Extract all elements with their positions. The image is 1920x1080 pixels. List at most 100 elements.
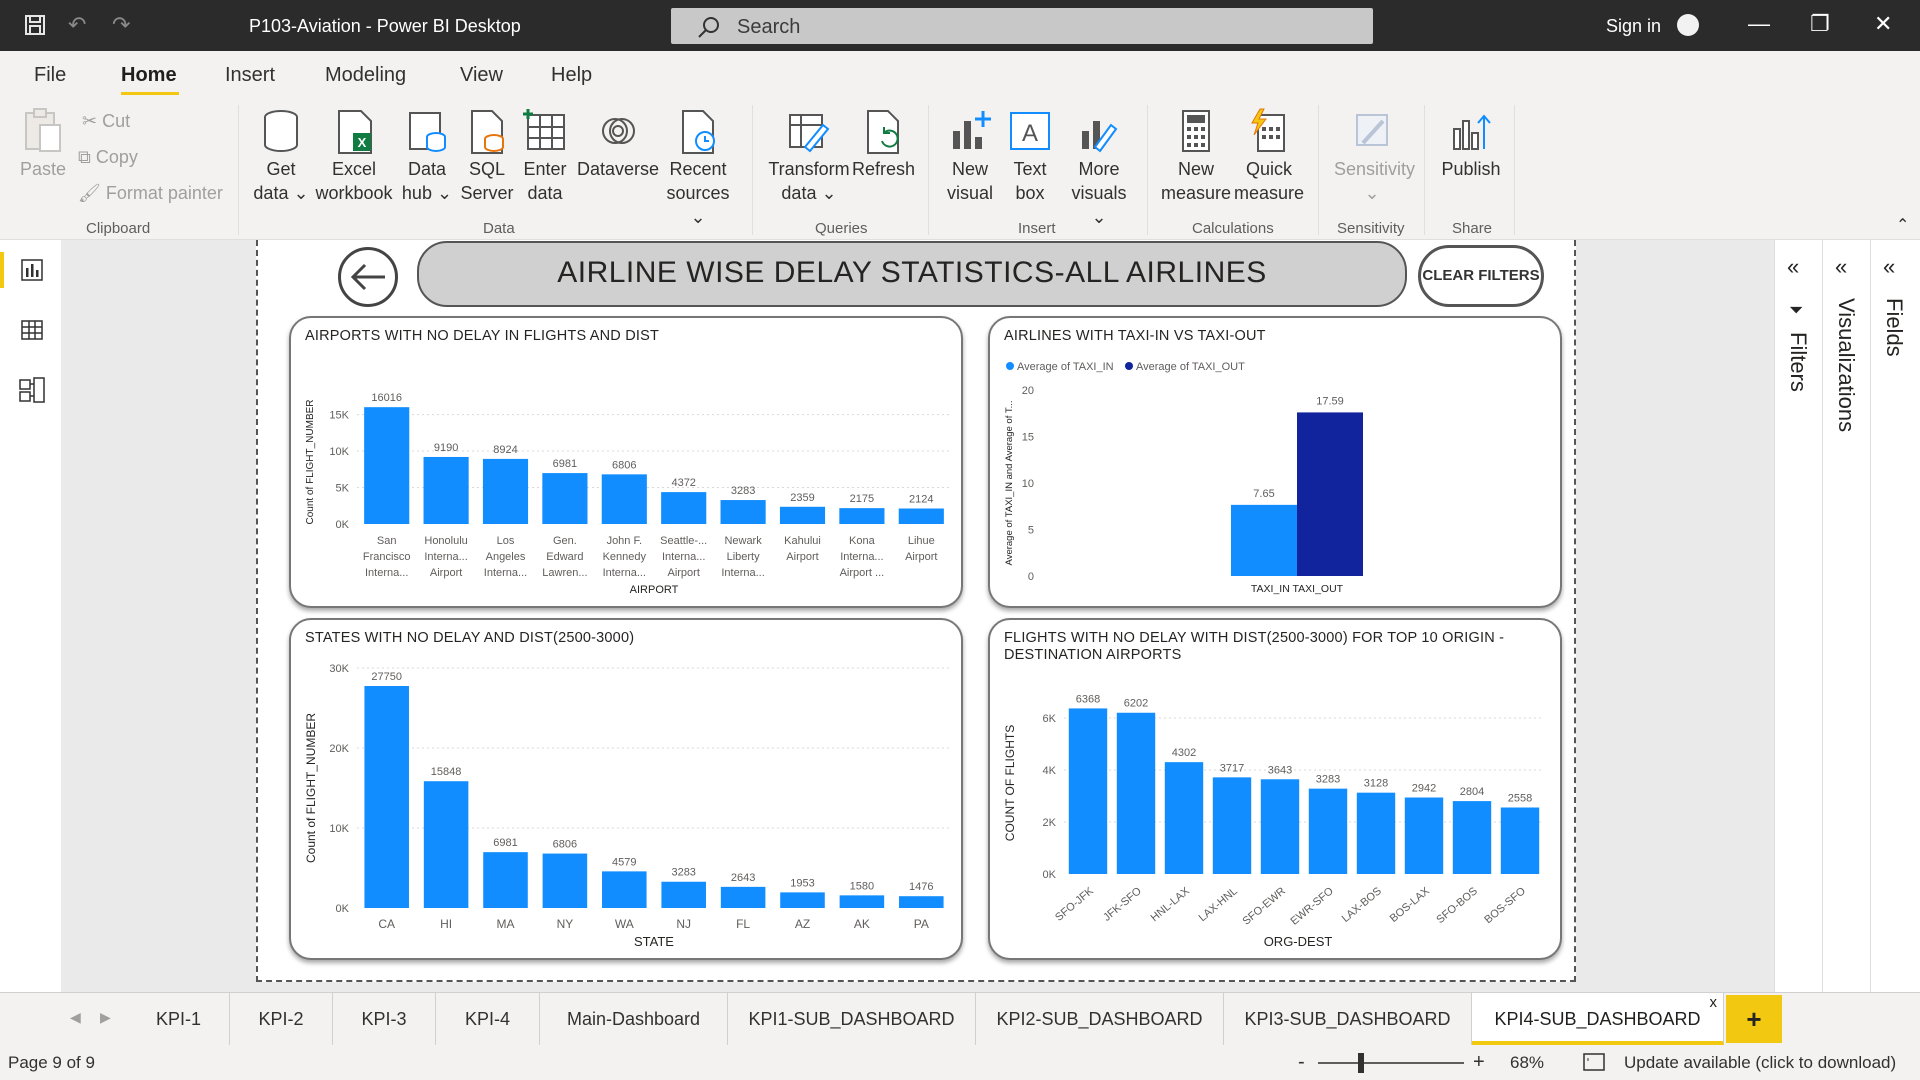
sql-icon <box>464 107 510 155</box>
back-button[interactable] <box>338 247 398 307</box>
more-visuals-label-2: visuals ⌄ <box>1064 181 1134 229</box>
refresh-button[interactable]: Refresh <box>852 107 915 181</box>
zoom-slider-thumb[interactable] <box>1358 1053 1364 1073</box>
bar <box>839 895 885 908</box>
tab-kpi-1[interactable]: KPI-1 <box>128 993 230 1045</box>
menu-insert[interactable]: Insert <box>225 64 275 87</box>
data-label: 1953 <box>790 877 814 889</box>
chart-card-org-dest[interactable]: FLIGHTS WITH NO DELAY WITH DIST(2500-300… <box>988 618 1562 960</box>
chart-card-states[interactable]: STATES WITH NO DELAY AND DIST(2500-3000)… <box>289 618 963 960</box>
chart-card-airports[interactable]: AIRPORTS WITH NO DELAY IN FLIGHTS AND DI… <box>289 316 963 608</box>
data-label: 3283 <box>671 867 695 879</box>
sql-server-button[interactable]: SQL Server <box>460 107 514 205</box>
close-tab-icon[interactable]: x <box>1710 977 1718 1029</box>
more-visuals-button[interactable]: More visuals ⌄ <box>1064 107 1134 229</box>
format-painter-button[interactable]: 🖌 Format painter <box>78 183 223 204</box>
tab-kpi3-sub-dashboard[interactable]: KPI3-SUB_DASHBOARD <box>1224 993 1472 1045</box>
recent-label-2-text: sources <box>666 183 730 203</box>
fit-to-page-icon[interactable] <box>1583 1053 1605 1076</box>
tab-kpi4-sub-dashboard[interactable]: KPI4-SUB_DASHBOARD x <box>1472 993 1724 1045</box>
collapse-visualizations-icon[interactable]: « <box>1835 254 1847 280</box>
new-measure-button[interactable]: New measure <box>1158 107 1234 205</box>
page-tabs: ◀ ▶ KPI-1 KPI-2 KPI-3 KPI-4 Main-Dashboa… <box>0 992 1920 1045</box>
tab-kpi-4[interactable]: KPI-4 <box>436 993 540 1045</box>
filters-pane[interactable]: « ⏷ Filters <box>1774 240 1822 992</box>
new-visual-button[interactable]: New visual <box>940 107 1000 205</box>
cut-button[interactable]: ✂ Cut <box>82 111 130 132</box>
paste-button[interactable]: Paste <box>16 107 70 181</box>
zoom-out-button[interactable]: - <box>1298 1051 1305 1074</box>
sign-in-link[interactable]: Sign in <box>1606 16 1661 37</box>
visualizations-pane[interactable]: « Visualizations <box>1822 240 1870 992</box>
chart-card-taxi[interactable]: AIRLINES WITH TAXI-IN VS TAXI-OUT Averag… <box>988 316 1562 608</box>
x-tick-label: FL <box>736 917 750 931</box>
menu-file[interactable]: File <box>34 64 66 87</box>
undo-icon[interactable]: ↶ <box>68 14 86 36</box>
zoom-in-button[interactable]: + <box>1473 1051 1485 1074</box>
status-bar: Page 9 of 9 - + 68% Update available (cl… <box>0 1045 1920 1080</box>
restore-icon[interactable]: ❐ <box>1810 12 1830 36</box>
publish-button[interactable]: Publish <box>1436 107 1506 181</box>
scroll-right-icon[interactable]: ▶ <box>100 1009 111 1026</box>
bar <box>1500 807 1540 874</box>
tab-kpi-3[interactable]: KPI-3 <box>333 993 436 1045</box>
clear-filters-button[interactable]: CLEAR FILTERS <box>1418 245 1544 307</box>
redo-icon[interactable]: ↷ <box>112 14 130 36</box>
close-icon[interactable]: ✕ <box>1874 12 1892 36</box>
x-tick-label: LAX-BOS <box>1340 885 1384 925</box>
bar <box>779 506 826 524</box>
excel-icon: X <box>331 107 377 155</box>
menu-modeling[interactable]: Modeling <box>325 64 406 87</box>
data-label: 6981 <box>493 837 517 849</box>
fields-pane[interactable]: « Fields <box>1870 240 1920 992</box>
tab-kpi2-sub-dashboard[interactable]: KPI2-SUB_DASHBOARD <box>976 993 1224 1045</box>
scroll-left-icon[interactable]: ◀ <box>70 1009 81 1026</box>
page-indicator: Page 9 of 9 <box>8 1053 95 1072</box>
add-page-button[interactable]: + <box>1726 995 1782 1043</box>
get-data-button[interactable]: Get data ⌄ <box>250 107 312 205</box>
transform-data-button[interactable]: Transform data ⌄ <box>766 107 852 205</box>
update-available-link[interactable]: Update available (click to download) <box>1624 1053 1896 1073</box>
tab-kpi-2[interactable]: KPI-2 <box>230 993 333 1045</box>
y-tick-label: 10 <box>1022 478 1034 490</box>
active-tab-indicator <box>121 92 179 95</box>
data-hub-label-2-text: hub <box>401 183 432 203</box>
y-tick-label: 5 <box>1028 525 1034 537</box>
avatar[interactable] <box>1677 14 1699 36</box>
chart-airports: 0K 5K 10K 15K Count of FLIGHT_NUMBER 16016 San… <box>305 392 951 596</box>
data-view-icon[interactable] <box>20 318 44 347</box>
x-tick-label: NY <box>557 917 574 931</box>
report-view-icon[interactable] <box>20 258 44 287</box>
x-tick-label: Liberty <box>727 551 761 563</box>
save-icon[interactable] <box>24 14 46 40</box>
search-box[interactable]: Search <box>671 8 1373 44</box>
zoom-slider[interactable] <box>1318 1062 1464 1064</box>
minimize-icon[interactable]: — <box>1748 12 1770 36</box>
collapse-fields-icon[interactable]: « <box>1883 254 1895 280</box>
search-icon <box>698 17 719 38</box>
bar <box>839 508 885 524</box>
publish-icon <box>1448 107 1494 155</box>
tab-main-dashboard[interactable]: Main-Dashboard <box>540 993 728 1045</box>
dataverse-button[interactable]: Dataverse <box>576 107 660 181</box>
x-tick-label: Honolulu <box>424 535 467 547</box>
recent-sources-button[interactable]: Recent sources ⌄ <box>662 107 734 229</box>
table-icon <box>522 107 568 155</box>
collapse-ribbon-icon[interactable]: ⌃ <box>1896 215 1909 235</box>
arrow-left-icon <box>350 263 385 291</box>
menu-home[interactable]: Home <box>121 64 177 87</box>
sensitivity-button[interactable]: Sensitivity ⌄ <box>1334 107 1415 205</box>
tab-kpi1-sub-dashboard[interactable]: KPI1-SUB_DASHBOARD <box>728 993 976 1045</box>
database-icon <box>258 107 304 155</box>
excel-workbook-button[interactable]: X Excel workbook <box>312 107 396 205</box>
quick-measure-button[interactable]: Quick measure <box>1232 107 1306 205</box>
enter-data-button[interactable]: Enter data <box>518 107 572 205</box>
model-view-icon[interactable] <box>18 376 46 409</box>
text-box-button[interactable]: A Text box <box>1004 107 1056 205</box>
menu-help[interactable]: Help <box>551 64 592 87</box>
copy-button[interactable]: ⧉ Copy <box>78 147 138 168</box>
get-data-label-2: data ⌄ <box>250 181 312 205</box>
menu-view[interactable]: View <box>460 64 503 87</box>
collapse-filters-icon[interactable]: « <box>1787 254 1799 280</box>
data-hub-button[interactable]: Data hub ⌄ <box>400 107 454 205</box>
